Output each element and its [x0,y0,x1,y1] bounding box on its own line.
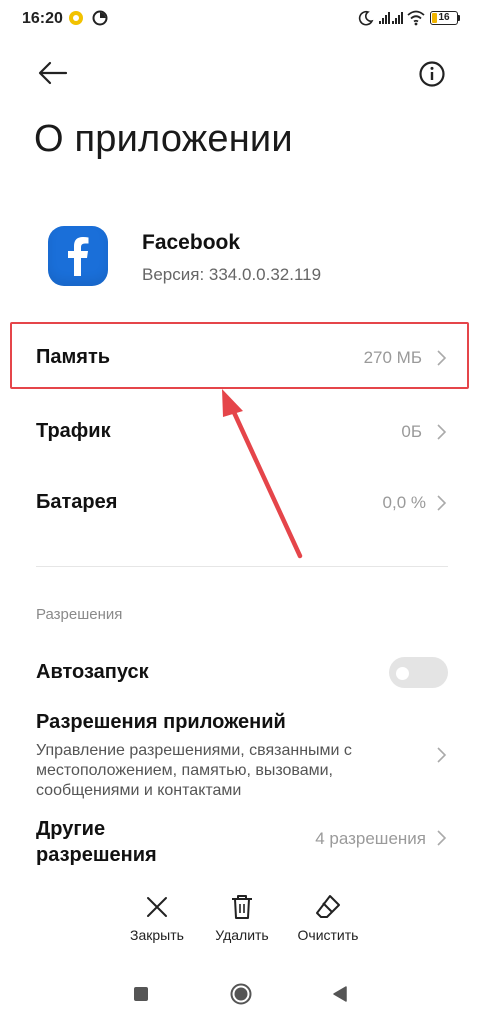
arrow-left-icon[interactable] [38,60,68,86]
trash-icon [232,895,252,919]
status-time: 16:20 [22,10,63,27]
square-icon[interactable] [133,986,149,1002]
battery-level: 16 [438,12,450,23]
app-permissions-title: Разрешения приложений [36,711,286,733]
other-permissions-row[interactable]: Другие разрешения 4 разрешения [0,810,484,870]
chevron-right-icon [437,495,447,511]
eraser-icon [316,895,340,918]
battery-row[interactable]: Батарея 0,0 % [0,473,484,535]
chevron-right-icon [437,830,447,846]
divider [36,566,448,567]
other-permissions-value: 4 разрешения [315,829,426,848]
battery-label: Батарея [36,491,118,513]
info-icon[interactable] [418,60,446,88]
traffic-row[interactable]: Трафик 0Б [0,402,484,464]
signal-icon [379,12,390,24]
traffic-label: Трафик [36,420,111,442]
battery-nub [458,15,460,21]
clear-button[interactable]: Очистить [288,890,368,946]
battery-value: 0,0 % [382,493,426,512]
moon-icon [358,10,374,26]
app-permissions-description: Управление разрешениями, связанными с ме… [36,742,352,799]
notification-badge-icon [69,11,83,25]
clear-label: Очистить [297,927,359,943]
autostart-label: Автозапуск [36,661,149,683]
delete-button[interactable]: Удалить [203,890,281,946]
chevron-right-icon [437,424,447,440]
circle-icon[interactable] [230,983,252,1005]
toggle-knob [396,667,409,680]
close-label: Закрыть [130,927,184,943]
page-title: О приложении [34,118,293,160]
traffic-value: 0Б [401,422,422,441]
close-button[interactable]: Закрыть [118,890,196,946]
delete-label: Удалить [215,927,269,943]
app-name: Facebook [142,231,241,254]
wifi-icon [407,10,425,26]
permissions-section-header: Разрешения [36,606,123,623]
timer-icon [92,10,108,26]
triangle-back-icon[interactable] [332,985,348,1003]
other-permissions-title: Другие разрешения [36,818,157,866]
highlight-box [10,322,469,389]
app-version: Версия: 334.0.0.32.119 [142,265,322,284]
close-icon [147,897,167,917]
chevron-right-icon [437,747,447,763]
battery-icon: 16 [430,11,458,25]
signal-icon [392,12,403,24]
facebook-icon [48,226,108,286]
